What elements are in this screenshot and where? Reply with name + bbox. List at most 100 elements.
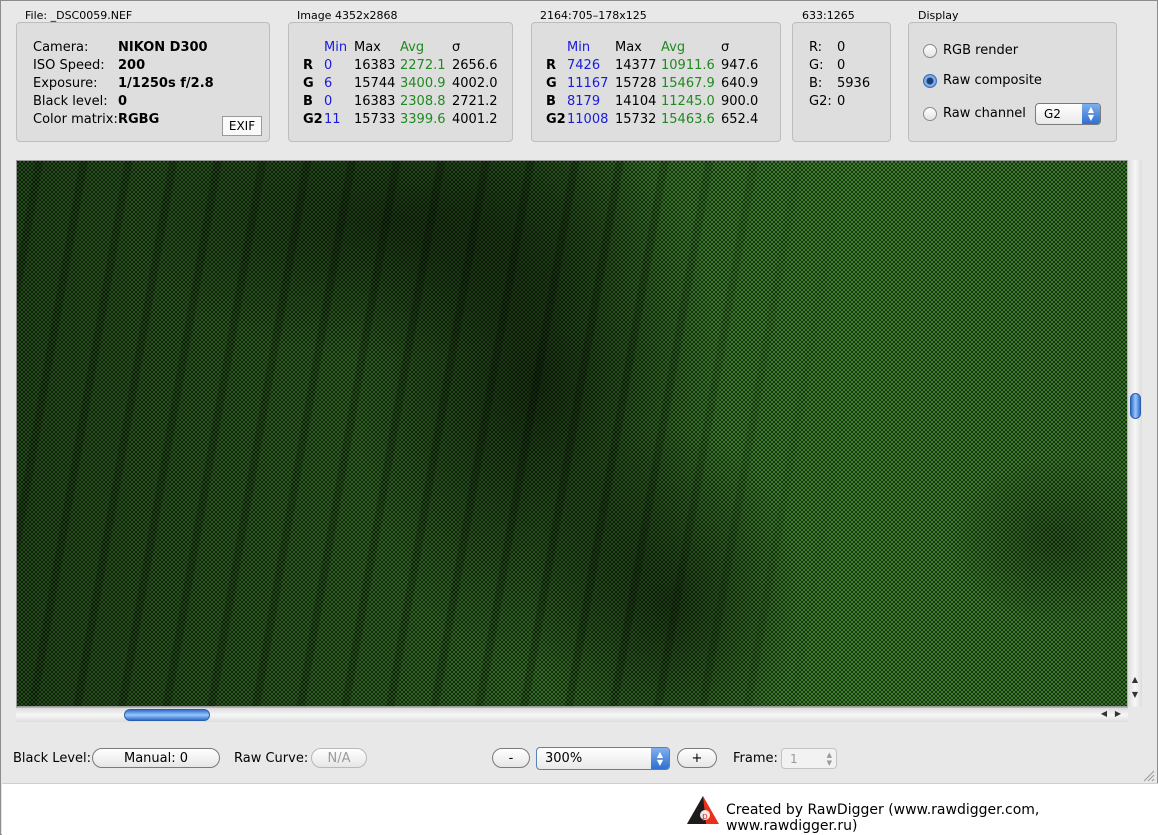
header-min: Min xyxy=(324,39,348,55)
scroll-down-arrow-icon[interactable]: ▼ xyxy=(1129,690,1141,699)
display-panel: RGB render Raw composite Raw channel G2 … xyxy=(908,22,1117,142)
black-level-label: Black level: xyxy=(33,94,108,109)
min-cell: 11 xyxy=(324,111,341,127)
table-row: B 8179 14104 11245.0 900.0 xyxy=(546,92,758,110)
pixel-r-row: R: 0 xyxy=(809,40,845,55)
channel-select-value: G2 xyxy=(1044,107,1061,121)
frame-value: 1 xyxy=(790,751,798,766)
table-row: G2 11 15733 3399.6 4001.2 xyxy=(303,110,498,128)
display-caption: Display xyxy=(918,9,959,22)
avg-cell: 10911.6 xyxy=(661,57,715,73)
raw-channel-option[interactable]: Raw channel xyxy=(923,106,1026,121)
min-cell: 8179 xyxy=(567,93,601,109)
raw-image-canvas[interactable] xyxy=(16,160,1128,707)
avg-cell: 15467.9 xyxy=(661,75,715,91)
rawdigger-logo-icon: p xyxy=(686,795,720,825)
camera-label: Camera: xyxy=(33,40,89,55)
pixel-g2-value: 0 xyxy=(837,94,846,109)
exif-button[interactable]: EXIF xyxy=(222,116,262,136)
raw-curve-button[interactable]: N/A xyxy=(311,748,367,768)
header-max: Max xyxy=(615,39,642,55)
table-row: G2 11008 15732 15463.6 652.4 xyxy=(546,110,758,128)
sigma-cell: 4002.0 xyxy=(452,75,498,91)
header-min: Min xyxy=(567,39,591,55)
selection-stats-table: Min Max Avg σ R 7426 14377 10911.6 947.6… xyxy=(546,38,758,128)
avg-cell: 2308.8 xyxy=(400,93,446,109)
min-cell: 11167 xyxy=(567,75,609,91)
iso-value: 200 xyxy=(118,58,146,73)
radio-off-icon[interactable] xyxy=(923,43,937,58)
radio-on-icon[interactable] xyxy=(923,73,937,88)
pixel-g-value: 0 xyxy=(837,58,846,73)
channel-select[interactable]: G2 ▲ ▼ xyxy=(1035,103,1101,125)
pixel-b-row: B: 5936 xyxy=(809,76,870,91)
max-cell: 15744 xyxy=(354,75,396,91)
min-cell: 6 xyxy=(324,75,333,91)
horizontal-scroll-thumb[interactable] xyxy=(124,709,210,721)
table-row: G 11167 15728 15467.9 640.9 xyxy=(546,74,758,92)
table-row: B 0 16383 2308.8 2721.2 xyxy=(303,92,498,110)
sigma-cell: 640.9 xyxy=(721,75,759,91)
rgb-render-option[interactable]: RGB render xyxy=(923,43,1018,58)
sigma-cell: 2721.2 xyxy=(452,93,498,109)
black-level-button[interactable]: Manual: 0 xyxy=(92,748,220,768)
table-row: R 0 16383 2272.1 2656.6 xyxy=(303,56,498,74)
max-cell: 14377 xyxy=(615,57,657,73)
frame-stepper[interactable]: 1 ▲ ▼ xyxy=(781,748,837,769)
black-level-control-label: Black Level: xyxy=(13,751,91,766)
min-cell: 0 xyxy=(324,93,333,109)
raw-composite-option[interactable]: Raw composite xyxy=(923,73,1042,88)
camera-value: NIKON D300 xyxy=(118,40,208,55)
radio-off-icon[interactable] xyxy=(923,106,937,121)
rgb-render-label: RGB render xyxy=(943,43,1019,58)
pixel-b-label: B: xyxy=(809,76,823,91)
zoom-out-button[interactable]: - xyxy=(492,748,530,768)
pixel-g-row: G: 0 xyxy=(809,58,845,73)
pixel-g2-label: G2: xyxy=(809,94,832,109)
image-stats-header-row: Min Max Avg σ xyxy=(303,38,498,56)
avg-cell: 2272.1 xyxy=(400,57,446,73)
exposure-value: 1/1250s f/2.8 xyxy=(118,76,214,91)
table-row: R 7426 14377 10911.6 947.6 xyxy=(546,56,758,74)
channel-label: G xyxy=(546,75,557,91)
rawdigger-window: File: _DSC0059.NEF Camera: NIKON D300 IS… xyxy=(0,0,1158,835)
svg-text:p: p xyxy=(702,812,708,822)
horizontal-scrollbar[interactable]: ◀ ▶ xyxy=(16,707,1128,722)
scroll-left-arrow-icon[interactable]: ◀ xyxy=(1098,709,1110,718)
updown-arrows-icon: ▲ ▼ xyxy=(1082,104,1100,124)
max-cell: 14104 xyxy=(615,93,657,109)
footer-bar: p Created by RawDigger (www.rawdigger.co… xyxy=(2,783,1158,835)
pixel-g-label: G: xyxy=(809,58,824,73)
selection-stats-header-row: Min Max Avg σ xyxy=(546,38,758,56)
header-avg: Avg xyxy=(661,39,686,55)
zoom-select[interactable]: 300% ▲ ▼ xyxy=(536,747,670,770)
stepper-arrows-icon[interactable]: ▲ ▼ xyxy=(827,751,832,767)
resize-grip-icon[interactable] xyxy=(1142,769,1155,782)
image-stats-panel: Min Max Avg σ R 0 16383 2272.1 2656.6 G … xyxy=(288,22,513,142)
scroll-up-arrow-icon[interactable]: ▲ xyxy=(1129,675,1141,684)
table-row: G 6 15744 3400.9 4002.0 xyxy=(303,74,498,92)
exposure-label: Exposure: xyxy=(33,76,98,91)
pixel-r-label: R: xyxy=(809,40,823,55)
selection-stats-panel: Min Max Avg σ R 7426 14377 10911.6 947.6… xyxy=(531,22,781,142)
black-level-value: 0 xyxy=(118,94,128,109)
pixel-caption: 633:1265 xyxy=(802,9,855,22)
avg-cell: 3399.6 xyxy=(400,111,446,127)
vertical-scrollbar[interactable]: ▲ ▼ xyxy=(1127,160,1142,707)
sigma-cell: 4001.2 xyxy=(452,111,498,127)
zoom-in-button[interactable]: + xyxy=(677,748,717,768)
min-cell: 0 xyxy=(324,57,333,73)
scroll-right-arrow-icon[interactable]: ▶ xyxy=(1112,709,1124,718)
channel-label: R xyxy=(303,57,314,73)
header-max: Max xyxy=(354,39,381,55)
selection-stats-caption: 2164:705–178x125 xyxy=(540,9,647,22)
file-caption: File: _DSC0059.NEF xyxy=(25,9,133,22)
sigma-cell: 652.4 xyxy=(721,111,759,127)
sigma-cell: 900.0 xyxy=(721,93,759,109)
min-cell: 11008 xyxy=(567,111,609,127)
avg-cell: 15463.6 xyxy=(661,111,715,127)
vertical-scroll-thumb[interactable] xyxy=(1130,393,1141,419)
header-sigma: σ xyxy=(721,39,730,55)
zoom-value: 300% xyxy=(545,751,583,766)
pixel-b-value: 5936 xyxy=(837,76,871,91)
